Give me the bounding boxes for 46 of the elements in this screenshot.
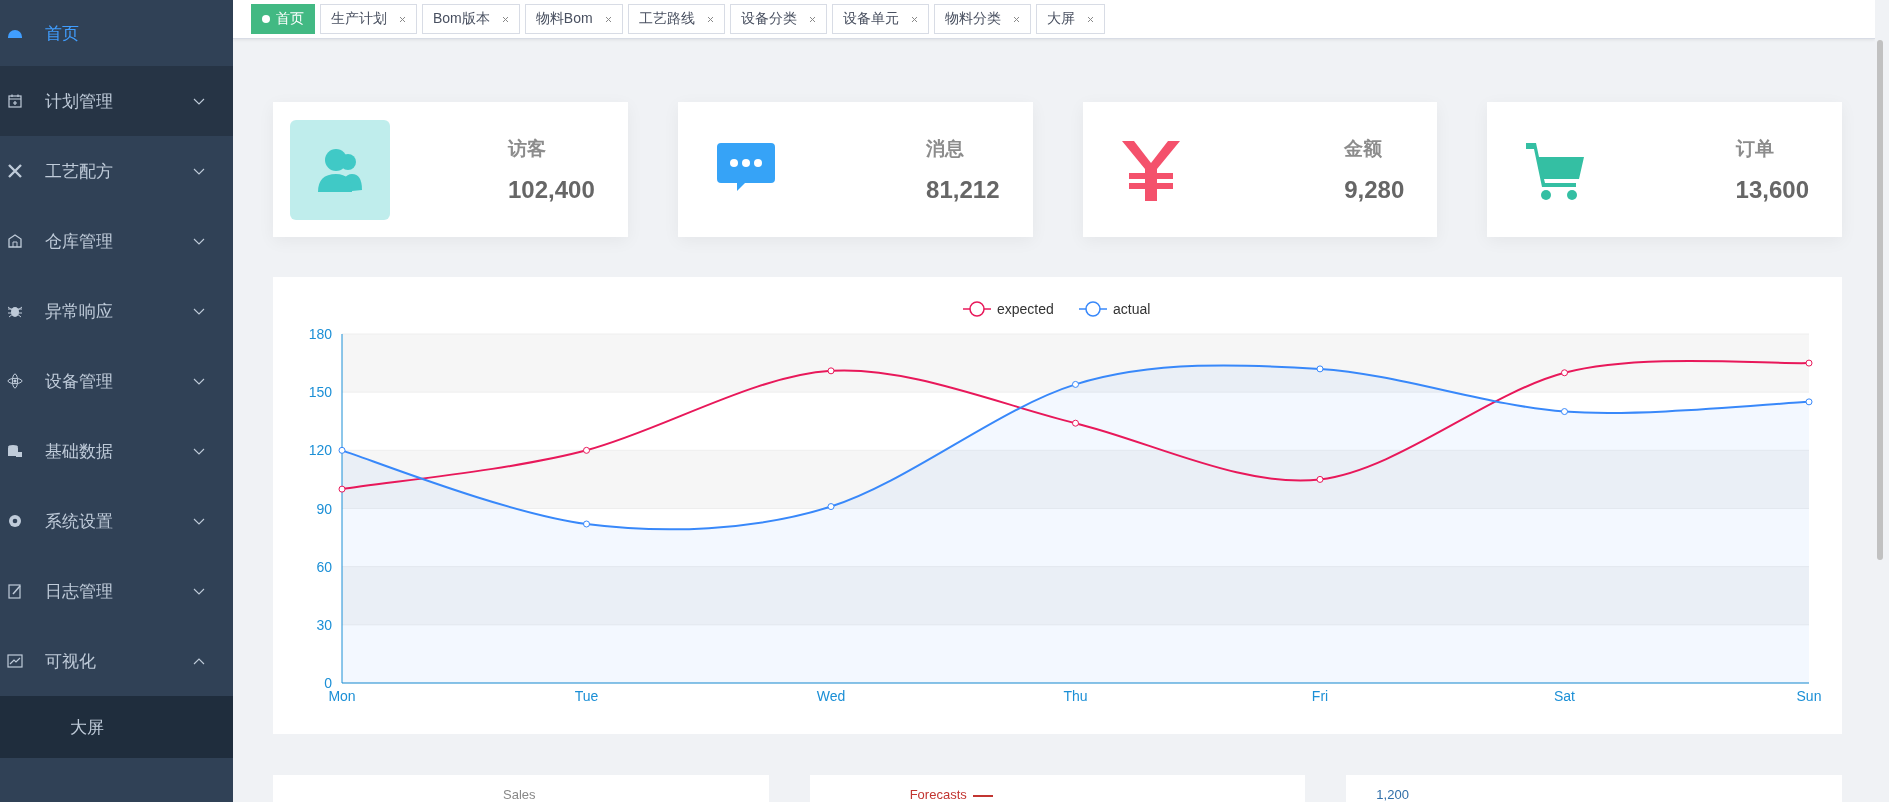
- legend-label: Forecasts: [909, 787, 967, 802]
- sidebar-item[interactable]: 计划管理: [0, 66, 233, 136]
- y-tick-label: 120: [308, 442, 332, 459]
- stat-value: 9,280: [1344, 175, 1405, 204]
- x-tick-label: Wed: [816, 688, 846, 704]
- x-tick-label: Thu: [1063, 688, 1088, 704]
- legend-label: actual: [1113, 301, 1151, 317]
- sidebar-subitem[interactable]: 大屏: [0, 696, 233, 758]
- sidebar-item[interactable]: 首页: [0, 0, 233, 66]
- tab[interactable]: 大屏: [1035, 4, 1105, 34]
- tab[interactable]: 设备分类: [729, 4, 827, 34]
- stat-label: 金额: [1344, 136, 1383, 161]
- sidebar-item[interactable]: 工艺配方: [0, 136, 233, 206]
- tab[interactable]: Bom版本: [422, 4, 520, 34]
- y-tick-label: 0: [324, 675, 332, 691]
- x-tick-label: Fri: [1311, 688, 1329, 704]
- stat-label: 消息: [926, 136, 965, 161]
- y-tick-label: 90: [316, 500, 332, 517]
- chart-title: Sales: [503, 787, 536, 802]
- sidebar-item[interactable]: 系统设置: [0, 486, 233, 556]
- legend-label: expected: [997, 301, 1054, 317]
- x-tick-label: Sat: [1554, 688, 1575, 704]
- x-tick-label: Tue: [574, 688, 599, 704]
- x-tick-label: Sun: [1796, 688, 1822, 704]
- stat-label: 订单: [1735, 136, 1774, 161]
- stat-value: 13,600: [1735, 175, 1809, 204]
- sidebar-item[interactable]: 基础数据: [0, 416, 233, 486]
- sidebar-item[interactable]: 仓库管理: [0, 206, 233, 276]
- sidebar-item[interactable]: 异常响应: [0, 276, 233, 346]
- y-tick-label: 180: [308, 326, 332, 342]
- tab[interactable]: 工艺路线: [627, 4, 725, 34]
- tab[interactable]: 物料Bom: [524, 4, 623, 34]
- tab[interactable]: 物料分类: [933, 4, 1031, 34]
- sidebar-item[interactable]: 设备管理: [0, 346, 233, 416]
- sidebar-item[interactable]: 可视化: [0, 626, 233, 696]
- x-tick-label: Mon: [328, 688, 356, 704]
- stat-label: 访客: [508, 136, 546, 161]
- tab[interactable]: 生产计划: [320, 4, 417, 34]
- sidebar-item[interactable]: 日志管理: [0, 556, 233, 626]
- y-tick-label: 1,200: [1376, 787, 1409, 802]
- tab[interactable]: 设备单元: [831, 4, 929, 34]
- stat-value: 102,400: [508, 175, 595, 204]
- y-tick-label: 30: [316, 616, 332, 633]
- y-tick-label: 60: [316, 558, 332, 575]
- stat-value: 81,212: [926, 175, 1000, 204]
- y-tick-label: 150: [308, 384, 332, 401]
